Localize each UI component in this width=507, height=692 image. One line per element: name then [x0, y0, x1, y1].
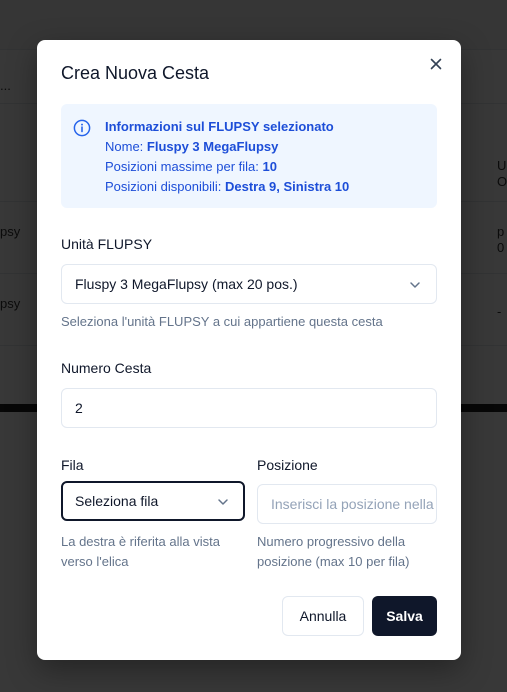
info-max-value: 10	[262, 159, 277, 174]
row-help-line: La destra è riferita alla vista	[61, 534, 220, 549]
info-available-label: Posizioni disponibili:	[105, 179, 222, 194]
basket-number-input[interactable]: 2	[61, 388, 437, 428]
info-max-label: Posizioni massime per fila:	[105, 159, 259, 174]
flupsy-unit-label: Unità FLUPSY	[61, 236, 153, 252]
position-help-line: posizione (max 10 per fila)	[257, 554, 410, 569]
row-select[interactable]: Seleziona fila	[61, 481, 245, 521]
dialog-title: Crea Nuova Cesta	[61, 63, 210, 83]
info-available-value: Destra 9, Sinistra 10	[224, 179, 350, 194]
basket-number-label: Numero Cesta	[61, 360, 152, 376]
position-label: Posizione	[257, 457, 318, 473]
position-help: Numero progressivo della posizione (max …	[257, 532, 409, 572]
info-name-label: Nome:	[105, 139, 144, 154]
flupsy-unit-selected-value: Fluspy 3 MegaFlupsy (max 20 pos.)	[75, 276, 298, 292]
row-help: La destra è riferita alla vista verso l'…	[61, 532, 220, 572]
row-label: Fila	[61, 457, 84, 473]
position-help-line: Numero progressivo della	[257, 534, 406, 549]
row-help-line: verso l'elica	[61, 554, 129, 569]
info-available-line: Posizioni disponibili: Destra 9, Sinistr…	[105, 177, 349, 197]
info-max-line: Posizioni massime per fila: 10	[105, 157, 349, 177]
cancel-button[interactable]: Annulla	[282, 596, 364, 636]
chevron-down-icon	[408, 278, 422, 292]
close-icon[interactable]	[427, 55, 445, 73]
info-name-line: Nome: Fluspy 3 MegaFlupsy	[105, 137, 349, 157]
info-name-value: Fluspy 3 MegaFlupsy	[146, 139, 279, 154]
position-placeholder: Inserisci la posizione nella fila	[271, 496, 437, 512]
position-input[interactable]: Inserisci la posizione nella fila	[257, 484, 437, 524]
info-heading: Informazioni sul FLUPSY selezionato	[105, 119, 334, 134]
flupsy-unit-help: Seleziona l'unità FLUPSY a cui appartien…	[61, 314, 383, 329]
save-button[interactable]: Salva	[372, 596, 437, 636]
row-selected-value: Seleziona fila	[75, 493, 159, 509]
create-basket-dialog: Crea Nuova Cesta Informazioni sul FLUPSY…	[37, 40, 461, 660]
flupsy-unit-select[interactable]: Fluspy 3 MegaFlupsy (max 20 pos.)	[61, 264, 437, 304]
info-icon	[73, 119, 91, 137]
flupsy-info-box: Informazioni sul FLUPSY selezionato Nome…	[61, 104, 437, 208]
chevron-down-icon	[216, 495, 230, 509]
